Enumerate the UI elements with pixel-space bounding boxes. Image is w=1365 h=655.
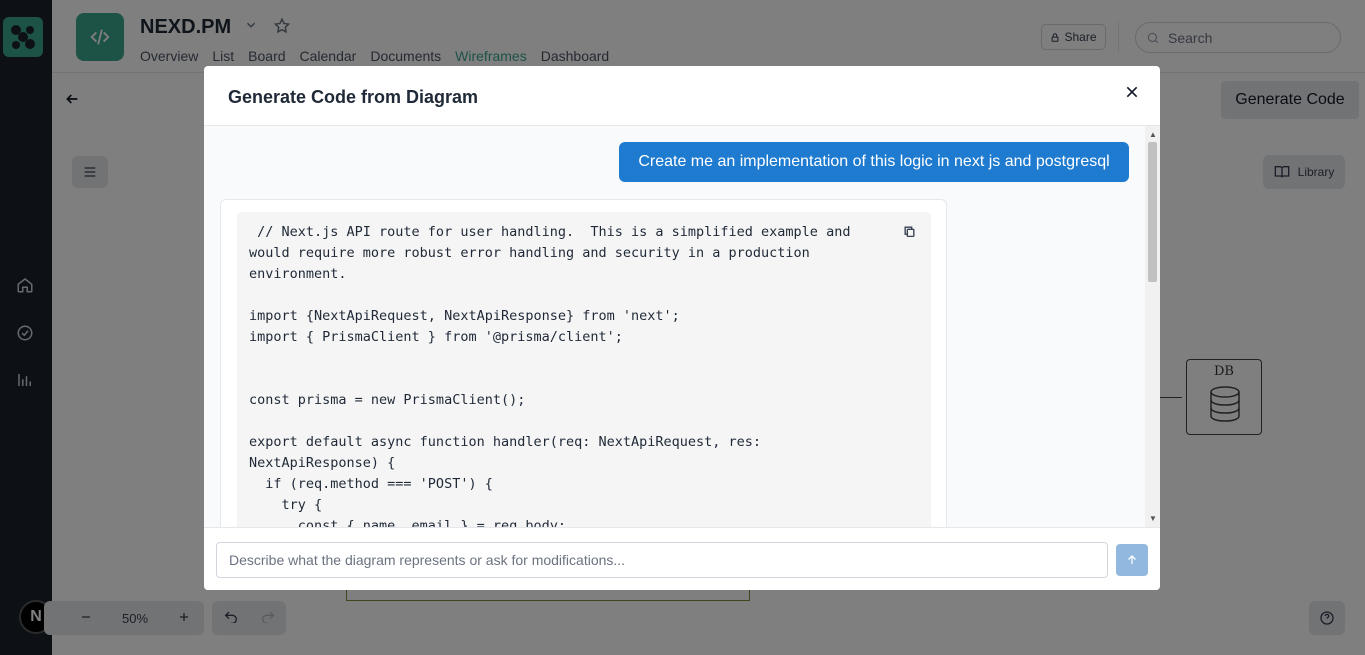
code-line: environment.: [249, 266, 347, 282]
code-line: import { PrismaClient } from '@prisma/cl…: [249, 329, 623, 345]
scroll-up-icon[interactable]: ▲: [1149, 130, 1157, 139]
code-line: export default async function handler(re…: [249, 434, 762, 450]
code-block[interactable]: // Next.js API route for user handling. …: [237, 212, 931, 527]
code-line: NextApiResponse) {: [249, 455, 396, 471]
code-line: // Next.js API route for user handling. …: [249, 224, 851, 240]
dialog-title: Generate Code from Diagram: [228, 87, 479, 107]
scroll-down-icon[interactable]: ▼: [1149, 514, 1157, 523]
generate-code-dialog: Generate Code from Diagram Create me an …: [204, 66, 1160, 590]
prompt-input[interactable]: [216, 542, 1108, 578]
code-line: import {NextApiRequest, NextApiResponse}…: [249, 308, 680, 324]
user-message: Create me an implementation of this logi…: [619, 142, 1129, 182]
code-line: const { name, email } = req.body;: [249, 518, 566, 527]
assistant-response: // Next.js API route for user handling. …: [220, 199, 947, 527]
scroll-thumb[interactable]: [1148, 142, 1157, 282]
dialog-footer: [204, 527, 1160, 590]
chat-area[interactable]: Create me an implementation of this logi…: [204, 126, 1160, 527]
code-line: would require more robust error handling…: [249, 245, 810, 261]
scrollbar[interactable]: ▲ ▼: [1145, 126, 1160, 527]
code-line: try {: [249, 497, 323, 513]
copy-icon[interactable]: [903, 225, 916, 243]
code-line: const prisma = new PrismaClient();: [249, 392, 526, 408]
close-icon[interactable]: [1120, 80, 1144, 104]
arrow-up-icon: [1128, 555, 1136, 564]
code-line: if (req.method === 'POST') {: [249, 476, 493, 492]
send-button[interactable]: [1116, 544, 1148, 576]
dialog-header: Generate Code from Diagram: [204, 66, 1160, 126]
